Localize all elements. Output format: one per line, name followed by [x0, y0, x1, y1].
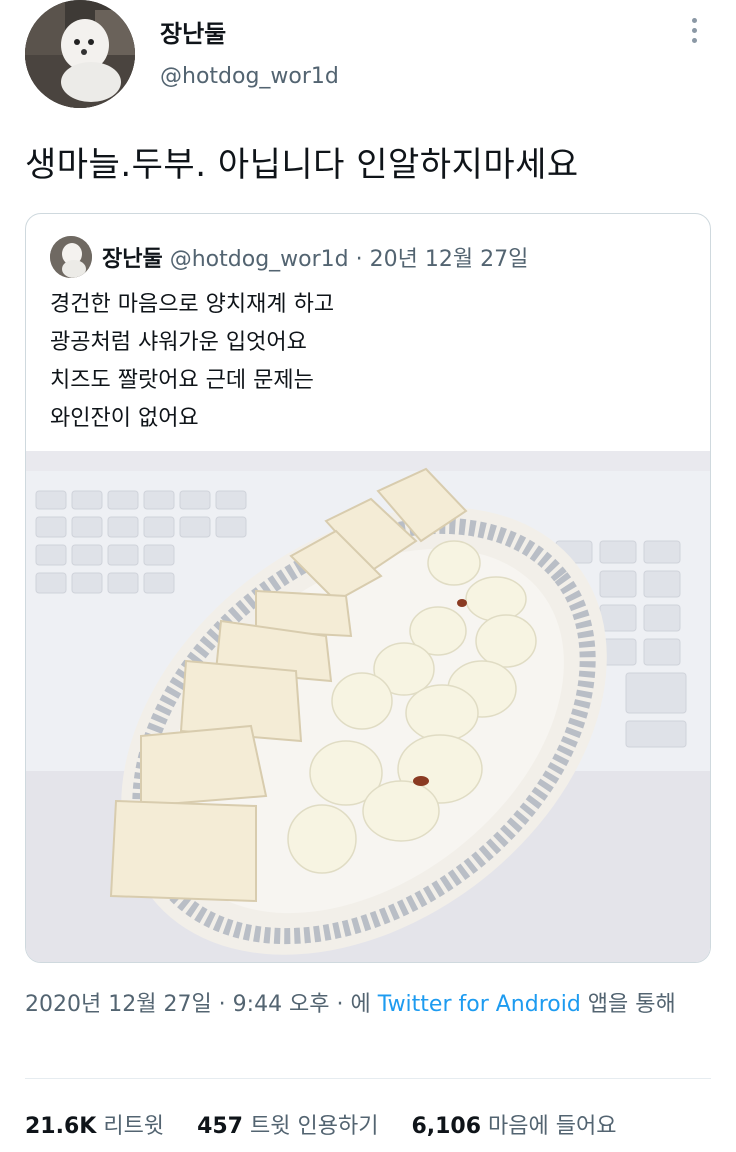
author-handle[interactable]: @hotdog_wor1d — [160, 64, 339, 89]
quotes-stat[interactable]: 457 트윗 인용하기 — [197, 1114, 385, 1139]
quoted-author-handle: @hotdog_wor1d — [169, 247, 349, 272]
quoted-tweet-header: 장난둘 @hotdog_wor1d · 20년 12월 27일 — [102, 241, 528, 273]
tweet-datetime[interactable]: 2020년 12월 27일 · 9:44 오후 · 에 — [25, 992, 371, 1017]
quoted-author-name: 장난둘 — [102, 247, 163, 272]
author-avatar[interactable] — [25, 0, 135, 108]
divider — [25, 1078, 711, 1079]
more-vertical-icon[interactable] — [686, 18, 702, 48]
retweets-label: 리트윗 — [103, 1114, 165, 1139]
engagement-stats: 21.6K 리트윗 457 트윗 인용하기 6,106 마음에 들어요 — [25, 1108, 642, 1140]
quoted-text-line: 경건한 마음으로 양치재계 하고 — [50, 292, 335, 317]
quoted-tweet-text: 경건한 마음으로 양치재계 하고 광공처럼 샤워가운 입엇어요 치즈도 짤랏어요… — [50, 286, 334, 438]
quoted-date: 20년 12월 27일 — [369, 247, 529, 272]
quoted-text-line: 와인잔이 없어요 — [50, 406, 199, 431]
tweet-text: 생마늘.두부. 아닙니다 인알하지마세요 — [25, 145, 579, 185]
quoted-tweet-card[interactable]: 장난둘 @hotdog_wor1d · 20년 12월 27일 경건한 마음으로… — [25, 213, 711, 963]
retweets-stat[interactable]: 21.6K 리트윗 — [25, 1114, 171, 1139]
tweet-timestamp: 2020년 12월 27일 · 9:44 오후 · 에 Twitter for … — [25, 987, 715, 1023]
quoted-text-line: 치즈도 짤랏어요 근데 문제는 — [50, 368, 314, 393]
tweet-source-suffix: 앱을 통해 — [587, 992, 676, 1017]
likes-count: 6,106 — [411, 1114, 482, 1139]
quoted-text-line: 광공처럼 샤워가운 입엇어요 — [50, 330, 307, 355]
tweet-source-link[interactable]: Twitter for Android — [378, 992, 581, 1017]
quotes-label: 트윗 인용하기 — [250, 1114, 379, 1139]
author-display-name[interactable]: 장난둘 — [160, 14, 226, 49]
quoted-separator: · — [355, 247, 363, 272]
quoted-author-avatar — [50, 236, 92, 278]
likes-label: 마음에 들어요 — [488, 1114, 617, 1139]
likes-stat[interactable]: 6,106 마음에 들어요 — [411, 1114, 616, 1139]
retweets-count: 21.6K — [25, 1114, 97, 1139]
quotes-count: 457 — [197, 1114, 243, 1139]
quoted-tweet-photo[interactable] — [26, 451, 711, 963]
